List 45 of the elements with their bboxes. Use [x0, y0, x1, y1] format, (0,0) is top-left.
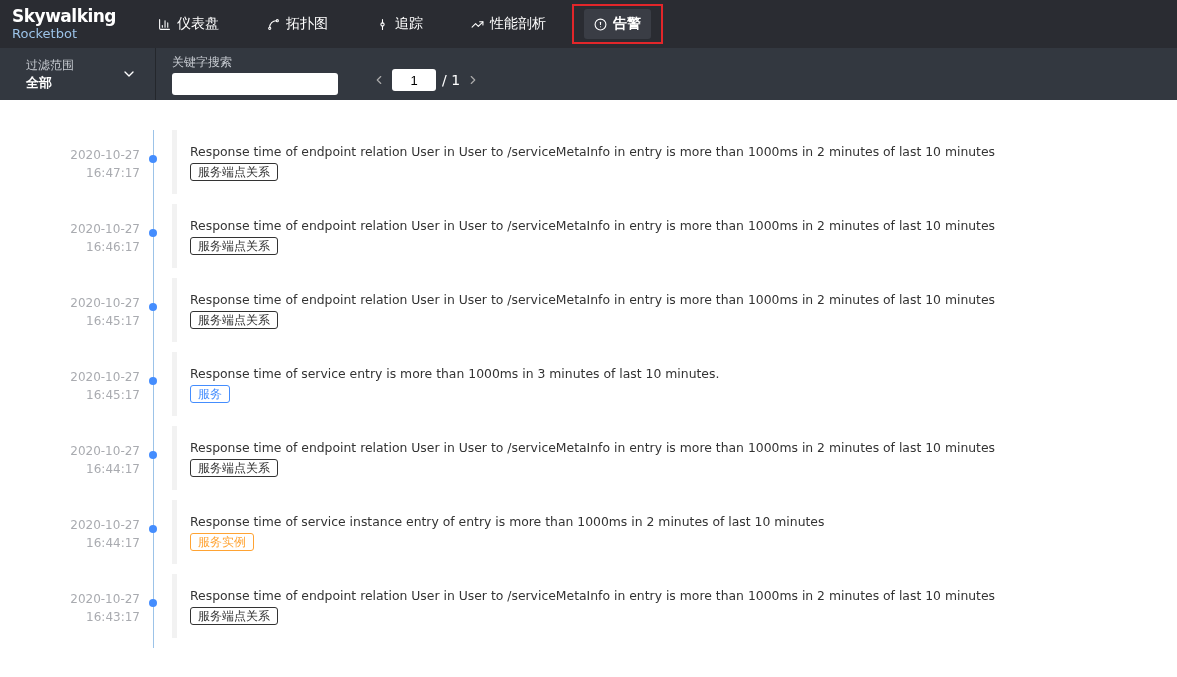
scope-tag: 服务端点关系	[190, 607, 278, 625]
filter-value: 全部	[26, 73, 53, 92]
scope-tag: 服务端点关系	[190, 163, 278, 181]
alarm-message: Response time of service entry is more than 1000ms in 3 minutes of last 10 minutes.	[190, 366, 720, 381]
alarm-message: Response time of service instance entry of entry is more than 1000ms in 2 minutes of last 10 minutes	[190, 514, 825, 529]
bar-chart-icon	[158, 17, 171, 31]
scope-tag: 服务端点关系	[190, 237, 278, 255]
curve-icon	[267, 17, 280, 31]
nav-tab[interactable]: 性能剖析	[461, 9, 556, 39]
logo-title: Skywalking	[12, 8, 118, 25]
timeline-dot	[149, 303, 157, 311]
logo-subtitle: Rocketbot	[12, 27, 78, 40]
scope-tag: 服务实例	[190, 533, 254, 551]
alarm-time: 2020-10-27 16:45:17	[69, 369, 140, 404]
alarm-time: 2020-10-27 16:44:17	[69, 443, 140, 478]
nav-tab[interactable]: 拓扑图	[257, 9, 338, 39]
filter-dropdown[interactable]: 过滤范围 全部	[0, 48, 156, 100]
timeline-dot	[149, 451, 157, 459]
alarm-message: Response time of endpoint relation User in User to /serviceMetaInfo in entry is more than 1000ms in 2 minutes of last 10 minutes	[190, 588, 996, 603]
alarm-message: Response time of endpoint relation User in User to /serviceMetaInfo in entry is more than 1000ms in 2 minutes of last 10 minutes	[190, 144, 996, 159]
alarm-time: 2020-10-27 16:46:17	[69, 221, 140, 256]
scope-tag: 服务端点关系	[190, 311, 278, 329]
alarm-message: Response time of endpoint relation User in User to /serviceMetaInfo in entry is more than 1000ms in 2 minutes of last 10 minutes	[190, 440, 996, 455]
timeline-dot	[149, 599, 157, 607]
timeline-dot	[149, 155, 157, 163]
alarm-time: 2020-10-27 16:44:17	[69, 517, 140, 552]
alert-circle-icon	[594, 17, 607, 31]
filter-label: 过滤范围	[26, 56, 74, 74]
alarm-time: 2020-10-27 16:47:17	[69, 147, 140, 182]
timeline-dot	[149, 525, 157, 533]
nav-tab[interactable]: 仪表盘	[148, 9, 229, 39]
page-field[interactable]: 1	[392, 69, 436, 91]
alarm-message: Response time of endpoint relation User in User to /serviceMetaInfo in entry is more than 1000ms in 2 minutes of last 10 minutes	[190, 292, 996, 307]
alarm-message: Response time of endpoint relation User in User to /serviceMetaInfo in entry is more than 1000ms in 2 minutes of last 10 minutes	[190, 218, 996, 233]
timeline-dot	[149, 377, 157, 385]
alarm-time: 2020-10-27 16:43:17	[69, 591, 140, 626]
scope-tag: 服务端点关系	[190, 459, 278, 477]
scope-tag: 服务	[190, 385, 230, 403]
nav-tab[interactable]: 告警	[584, 9, 651, 39]
search-field[interactable]	[172, 72, 338, 95]
search-label: 关键字搜索	[172, 53, 233, 71]
timeline-dot	[149, 229, 157, 237]
nav-tab[interactable]: 追踪	[366, 9, 433, 39]
page-total: / 1	[442, 72, 461, 88]
alarm-time: 2020-10-27 16:45:17	[69, 295, 140, 330]
